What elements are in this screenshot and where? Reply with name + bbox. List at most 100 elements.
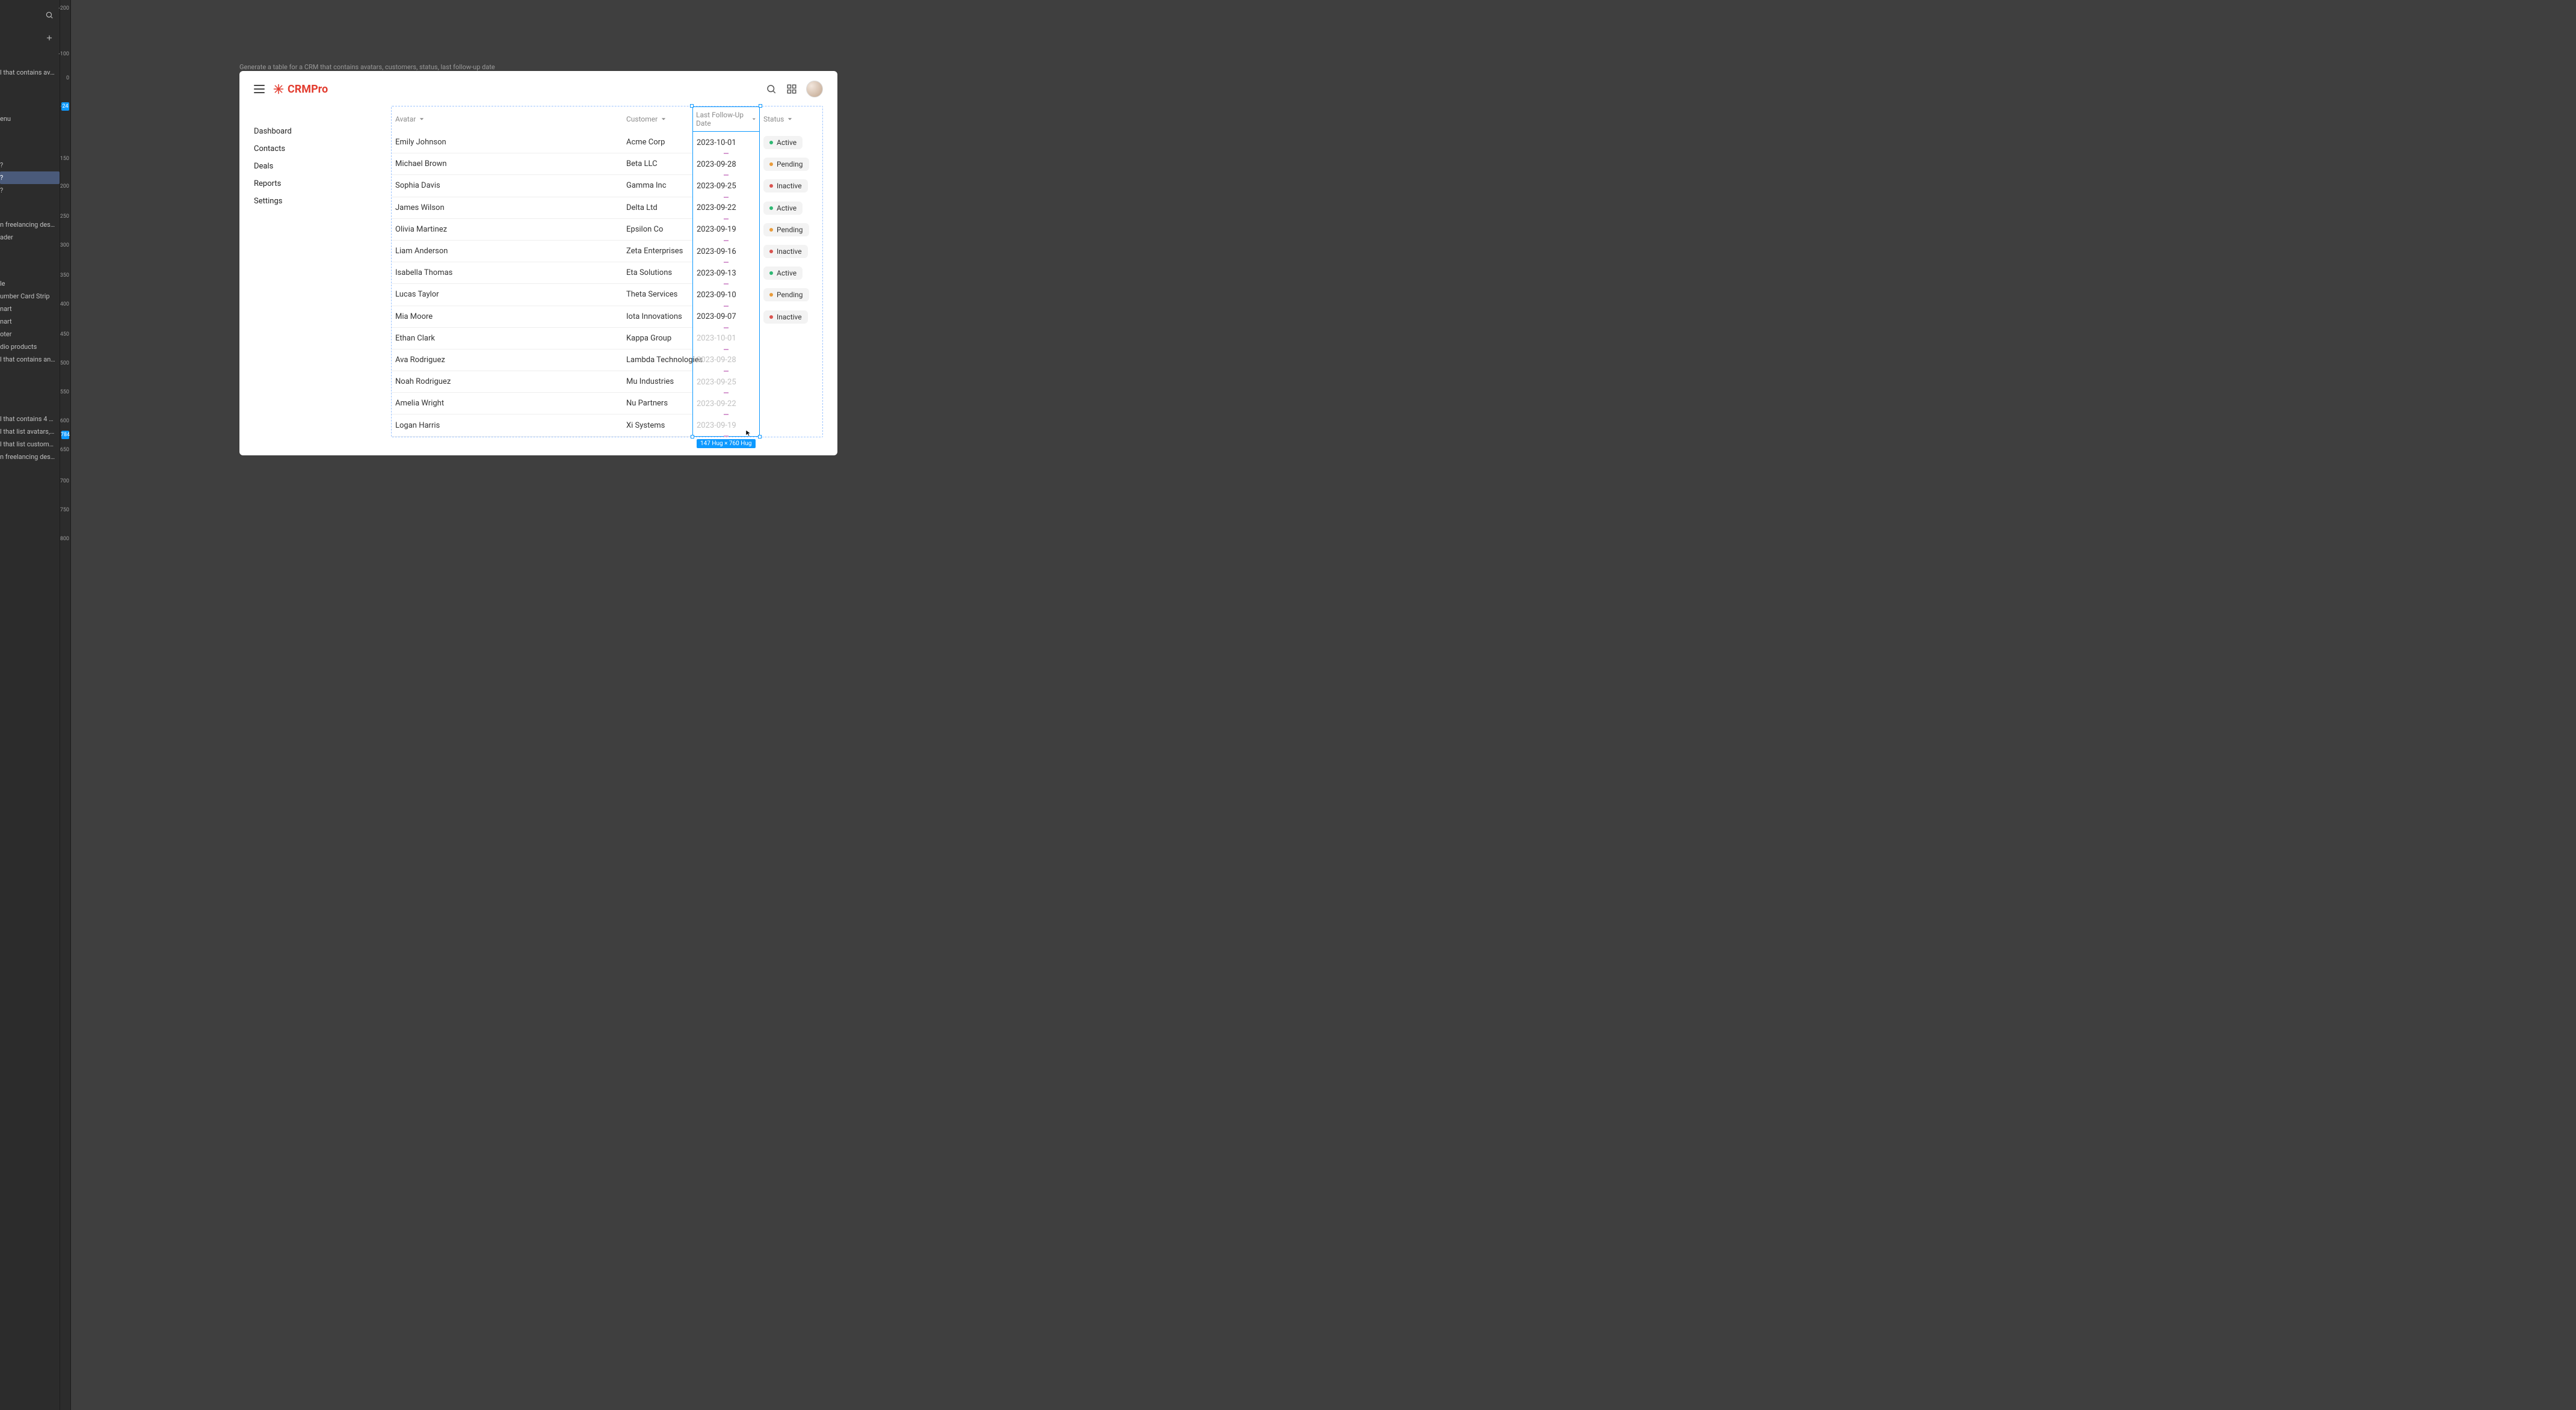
nav-item-settings[interactable]: Settings [254, 194, 374, 209]
layer-row[interactable]: ader [0, 231, 60, 244]
cell-date: 2023-09-22 [692, 197, 760, 219]
table-row[interactable]: Mia MooreIota Innovations2023-09-07Inact… [392, 306, 822, 328]
cell-customer: Gamma Inc [623, 175, 692, 197]
brand-name: CRMPro [288, 83, 328, 96]
ruler-tick: 250 [60, 214, 69, 220]
table-row[interactable]: Ethan ClarkKappa Group2023-10-01 [392, 328, 822, 349]
selection-handle[interactable] [690, 104, 694, 108]
layer-row[interactable]: nart [0, 303, 60, 315]
status-label: Pending [777, 226, 803, 234]
layer-row[interactable]: umber Card Strip [0, 290, 60, 303]
nav-item-contacts[interactable]: Contacts [254, 141, 374, 156]
layer-row[interactable]: ? [0, 184, 60, 197]
cell-customer: Nu Partners [623, 393, 692, 414]
column-header-avatar[interactable]: Avatar [392, 115, 623, 123]
cell-status [760, 328, 797, 349]
column-header-label: Last Follow-Up Date [696, 111, 748, 128]
plus-icon[interactable] [45, 34, 54, 42]
cell-status: Inactive [760, 241, 797, 262]
search-icon[interactable] [45, 11, 54, 19]
status-badge: Active [763, 266, 803, 280]
table-row[interactable]: Michael BrownBeta LLC2023-09-28Pending [392, 153, 822, 175]
hamburger-menu-icon[interactable] [254, 85, 265, 93]
cell-date: 2023-09-25 [692, 371, 760, 393]
layer-row[interactable]: ? [0, 159, 60, 171]
cell-name: Amelia Wright [392, 393, 623, 414]
user-avatar[interactable] [806, 81, 823, 97]
layer-row[interactable]: enu [0, 112, 60, 125]
layer-row[interactable]: nart [0, 315, 60, 328]
cell-divider-icon [724, 436, 729, 437]
layer-row[interactable]: le [0, 277, 60, 290]
table-row[interactable]: Amelia WrightNu Partners2023-09-22 [392, 393, 822, 414]
search-icon[interactable] [765, 83, 777, 95]
status-badge: Active [763, 136, 803, 149]
table-row[interactable]: Logan HarrisXi Systems2023-09-19 [392, 414, 822, 436]
table-row[interactable]: James WilsonDelta Ltd2023-09-22Active [392, 197, 822, 219]
layer-row[interactable]: l that list avatars, custo... [0, 425, 60, 438]
table-row[interactable]: Isabella ThomasEta Solutions2023-09-13Ac… [392, 262, 822, 284]
vertical-ruler: -200-10001001502002503003504004505005506… [60, 0, 71, 1410]
column-header-date[interactable]: Last Follow-Up Date [692, 106, 760, 132]
status-dot-icon [769, 271, 773, 275]
ruler-tick: 600 [60, 418, 69, 424]
cell-name: Liam Anderson [392, 241, 623, 262]
table-row[interactable]: Noah RodriguezMu Industries2023-09-25 [392, 371, 822, 393]
ruler-tick: 0 [66, 75, 69, 81]
cell-name: Emily Johnson [392, 132, 623, 153]
table-row[interactable]: Lucas TaylorTheta Services2023-09-10Pend… [392, 284, 822, 306]
status-badge: Inactive [763, 245, 808, 258]
cell-name: Michael Brown [392, 153, 623, 175]
status-badge: Pending [763, 223, 809, 236]
layer-row[interactable]: l that list customers, pa... [0, 438, 60, 451]
column-header-status[interactable]: Status [760, 115, 797, 123]
layer-row[interactable]: l that contains avatars, c... [0, 66, 60, 79]
status-dot-icon [769, 162, 773, 166]
frame-label[interactable]: Generate a table for a CRM that contains… [239, 63, 495, 71]
layer-row[interactable]: dio products [0, 340, 60, 353]
ruler-tick: 650 [60, 447, 69, 453]
layer-row[interactable]: n freelancing desktop ap... [0, 451, 60, 463]
selection-handle[interactable] [691, 435, 694, 439]
status-dot-icon [769, 250, 773, 253]
column-header-label: Status [763, 115, 784, 123]
brand-logo[interactable]: CRMPro [273, 83, 328, 96]
cell-customer: Eta Solutions [623, 262, 692, 284]
status-dot-icon [769, 293, 773, 297]
cell-name: Olivia Martinez [392, 219, 623, 241]
cell-status: Pending [760, 153, 797, 175]
status-dot-icon [769, 228, 773, 232]
status-label: Active [777, 138, 797, 147]
cell-status: Active [760, 197, 797, 219]
status-label: Inactive [777, 182, 802, 190]
apps-grid-icon[interactable] [786, 83, 798, 95]
cell-date: 2023-09-28 [692, 349, 760, 371]
canvas[interactable]: Generate a table for a CRM that contains… [71, 0, 2576, 1410]
ruler-tick: 550 [60, 389, 69, 395]
nav-item-deals[interactable]: Deals [254, 159, 374, 174]
sort-caret-icon [419, 117, 424, 122]
cell-customer: Theta Services [623, 284, 692, 306]
table-row[interactable]: Emily JohnsonAcme Corp2023-10-01Active [392, 132, 822, 153]
layer-row[interactable]: ? [0, 171, 60, 184]
layer-row[interactable]: l that contains an avatar,... [0, 353, 60, 366]
selection-handle[interactable] [759, 104, 762, 108]
nav-item-reports[interactable]: Reports [254, 176, 374, 191]
ruler-marker: 784 [61, 431, 69, 439]
status-label: Inactive [777, 247, 802, 256]
column-header-customer[interactable]: Customer [623, 115, 692, 123]
table-row[interactable]: Olivia MartinezEpsilon Co2023-09-19Pendi… [392, 219, 822, 241]
cell-status: Active [760, 132, 797, 153]
selection-handle[interactable] [758, 435, 762, 439]
table-row[interactable]: Ava RodriguezLambda Technologies2023-09-… [392, 349, 822, 371]
ruler-tick: -200 [58, 5, 69, 11]
layer-row[interactable]: n freelancing desktop ap... [0, 218, 60, 231]
layer-row[interactable]: oter [0, 328, 60, 340]
nav-item-dashboard[interactable]: Dashboard [254, 124, 374, 139]
layer-row[interactable]: l that contains 4 column... [0, 413, 60, 425]
table-row[interactable]: Liam AndersonZeta Enterprises2023-09-16I… [392, 241, 822, 262]
ruler-tick: 300 [60, 242, 69, 248]
table-row[interactable]: Sophia DavisGamma Inc2023-09-25Inactive [392, 175, 822, 197]
app-header: CRMPro [239, 71, 837, 106]
column-header-label: Customer [626, 115, 658, 123]
